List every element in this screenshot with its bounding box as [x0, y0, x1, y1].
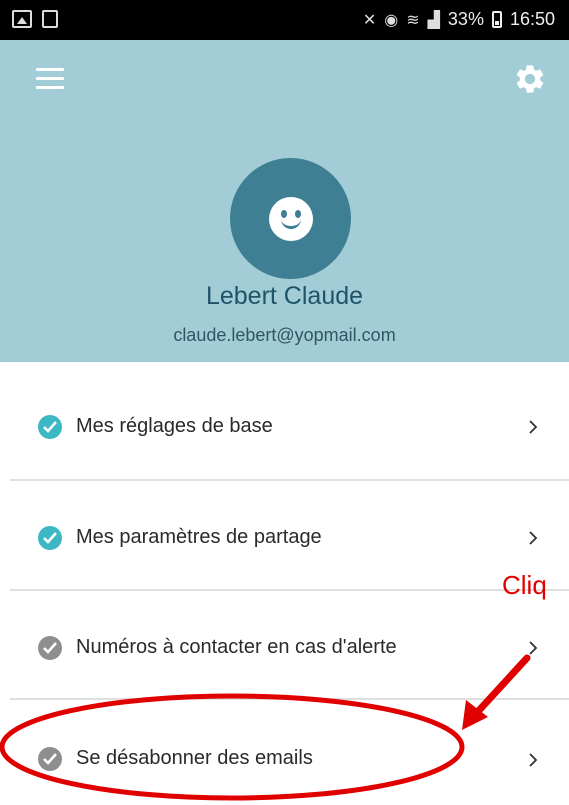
annotation-ellipse — [0, 693, 465, 801]
annotation-overlay — [0, 654, 531, 801]
annotation-arrow-line — [468, 654, 531, 722]
